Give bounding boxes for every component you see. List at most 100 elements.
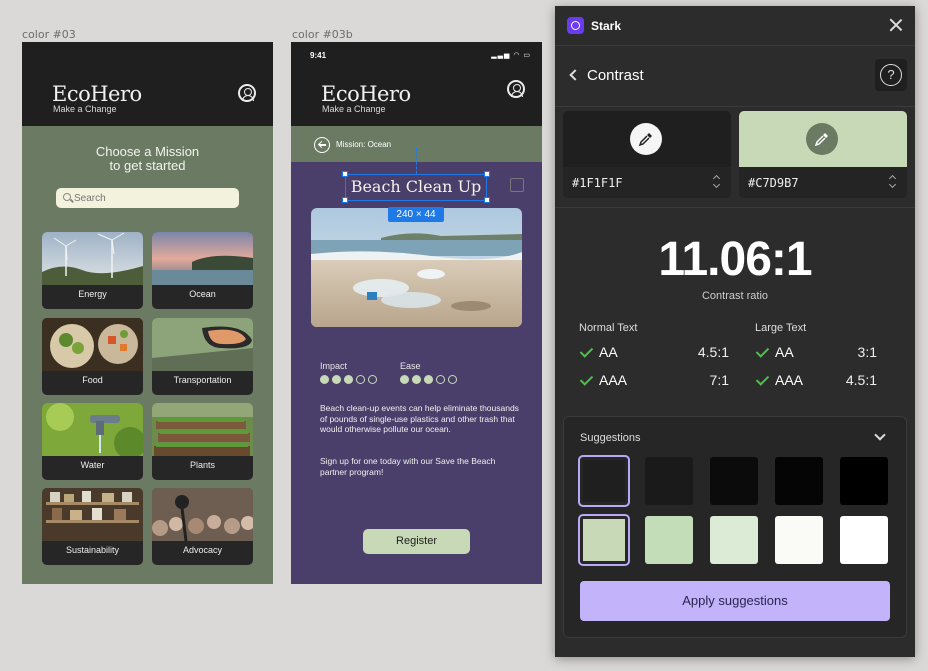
beach-image [311,208,522,327]
suggestion-swatch[interactable] [775,457,823,505]
tile-label: Energy [78,289,107,299]
stepper-icon[interactable] [889,176,897,188]
tile-advocacy[interactable]: Advocacy [152,488,253,565]
description-cta: Sign up for one today with our Save the … [320,456,496,477]
resize-handle[interactable] [342,171,348,177]
tile-food[interactable]: Food [42,318,143,395]
panel-title: Stark [591,19,622,33]
suggestion-swatch[interactable] [710,457,758,505]
suggestion-swatch[interactable] [645,516,693,564]
check-icon [579,373,593,387]
rating-dot [436,375,445,384]
tile-label: Ocean [189,289,216,299]
tile-label: Transportation [173,375,232,385]
rating-dot [412,375,421,384]
app-header: 9:41 ▂▃▅ ◠ ▭ EcoHero Make a Change [291,42,542,126]
suggestion-swatch[interactable] [775,516,823,564]
tile-label: Water [80,460,105,470]
close-icon[interactable] [889,18,903,32]
stark-logo-icon [567,17,584,34]
tile-plants[interactable]: Plants [152,403,253,480]
tile-energy[interactable]: Energy [42,232,143,309]
foreground-swatch[interactable]: #1F1F1F [563,111,731,198]
tile-water[interactable]: Water [42,403,143,480]
contrast-ratio: 11.06:1 [658,233,812,286]
suggestion-swatch[interactable] [578,514,630,566]
rating-dot [448,375,457,384]
contrast-ratio-label: Contrast ratio [701,290,769,302]
advocacy-image [152,488,253,541]
background-swatch[interactable]: #C7D9B7 [739,111,907,198]
section-header: Contrast ? [555,47,915,107]
search-icon [63,193,71,201]
register-button[interactable]: Register [363,529,470,554]
rating-dot [344,375,353,384]
help-button[interactable]: ? [875,59,907,91]
water-image [42,403,143,456]
app-header: EcoHero Make a Change [22,42,273,126]
status-bar: 9:41 ▂▃▅ ◠ ▭ [291,42,542,62]
user-icon[interactable] [507,80,525,98]
user-icon[interactable] [238,84,256,102]
resize-handle[interactable] [484,171,490,177]
stark-panel[interactable]: Stark Contrast ? #1F1F1F #C7D9B7 11.06:1… [555,6,915,657]
chevron-down-icon[interactable] [874,429,886,441]
status-time: 9:41 [310,51,327,60]
large-aa-row: AA 3:1 [755,344,877,360]
impact-label: Impact [320,361,348,371]
size-badge: 240 × 44 [388,207,444,222]
large-text-heading: Large Text [755,322,807,334]
logo-subtitle: Make a Change [322,104,386,114]
normal-text-heading: Normal Text [579,322,638,334]
impact-rating [320,375,377,384]
foreground-hex[interactable]: #1F1F1F [572,176,623,190]
check-icon [579,345,593,359]
suggestion-swatch[interactable] [710,516,758,564]
ocean-image [152,232,253,285]
background-hex-row[interactable]: #C7D9B7 [739,167,907,198]
transportation-image [152,318,253,371]
eyedropper-icon[interactable] [630,123,662,155]
rating-dot [356,375,365,384]
apply-suggestions-button[interactable]: Apply suggestions [580,581,890,621]
rating-dot [400,375,409,384]
background-hex[interactable]: #C7D9B7 [748,176,799,190]
eyedropper-icon[interactable] [806,123,838,155]
page-title[interactable]: Beach Clean Up [345,174,487,201]
resize-handle[interactable] [342,197,348,203]
foreground-hex-row[interactable]: #1F1F1F [563,167,731,198]
normal-aa-row: AA 4.5:1 [579,344,729,360]
logo-title: EcoHero [52,82,142,106]
search-box[interactable] [56,188,239,208]
suggestion-swatch[interactable] [840,457,888,505]
frame-label-03: color #03 [22,28,76,41]
suggestion-swatch[interactable] [578,455,630,507]
search-input[interactable] [74,190,234,206]
check-icon [755,345,769,359]
logo-subtitle: Make a Change [53,104,117,114]
placeholder-box [510,178,524,192]
suggestions-card: Suggestions Apply suggestions [563,416,907,638]
section-title: Contrast [587,67,644,84]
tile-label: Sustainability [65,545,120,555]
resize-handle[interactable] [484,197,490,203]
tile-ocean[interactable]: Ocean [152,232,253,309]
stepper-icon[interactable] [713,176,721,188]
sub-nav-label: Mission: Ocean [336,140,392,149]
description-text: Beach clean-up events can help eliminate… [320,403,519,434]
rating-dot [424,375,433,384]
tile-transportation[interactable]: Transportation [152,318,253,395]
logo-title: EcoHero [321,82,411,106]
suggestion-swatch[interactable] [840,516,888,564]
suggestions-title: Suggestions [580,432,641,444]
divider [555,207,915,208]
tile-sustainability[interactable]: Sustainability [42,488,143,565]
tile-label: Food [82,375,103,385]
measure-guide [416,148,417,174]
back-arrow-icon[interactable] [314,137,330,153]
mission-detail-frame[interactable]: 9:41 ▂▃▅ ◠ ▭ EcoHero Make a Change Missi… [291,42,542,584]
mission-list-frame[interactable]: EcoHero Make a Change Choose a Mission t… [22,42,273,584]
suggestion-swatch[interactable] [645,457,693,505]
panel-titlebar: Stark [555,6,915,46]
chevron-left-icon[interactable] [569,69,581,81]
